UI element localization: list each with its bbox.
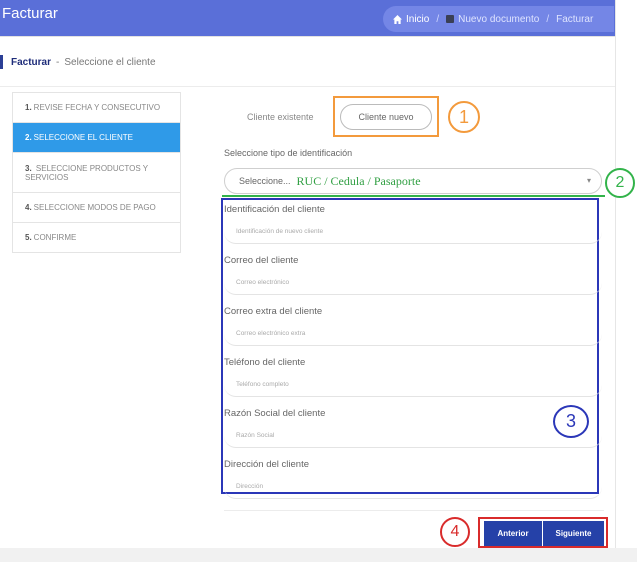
client-address-input[interactable]: Dirección xyxy=(224,475,602,499)
id-type-hint: RUC / Cedula / Pasaporte xyxy=(296,173,421,188)
step-label: SELECCIONE EL CLIENTE xyxy=(33,133,133,142)
step-number: 3. xyxy=(25,163,32,173)
breadcrumb-separator: / xyxy=(436,13,440,25)
existing-client-option[interactable]: Cliente existente xyxy=(247,112,314,122)
client-extra-email-label: Correo extra del cliente xyxy=(224,306,323,317)
step-label: SELECCIONE PRODUCTOS Y SERVICIOS xyxy=(25,163,148,182)
accent-bar xyxy=(0,55,3,69)
page-title: Facturar xyxy=(2,5,58,22)
step-number: 1. xyxy=(25,103,32,112)
client-id-label: Identificación del cliente xyxy=(224,204,325,215)
step-number: 2. xyxy=(25,133,32,142)
step-select-payment[interactable]: 4. SELECCIONE MODOS DE PAGO xyxy=(13,193,180,223)
step-select-products[interactable]: 3. SELECCIONE PRODUCTOS Y SERVICIOS xyxy=(13,153,180,193)
step-confirm[interactable]: 5. CONFIRME xyxy=(13,223,180,253)
step-number: 5. xyxy=(25,233,32,242)
breadcrumb-new-document[interactable]: Nuevo documento xyxy=(458,14,539,25)
client-email-label: Correo del cliente xyxy=(224,255,299,266)
footer-bar xyxy=(0,548,637,562)
client-email-input[interactable]: Correo electrónico xyxy=(224,271,602,295)
subheader-section: Facturar xyxy=(11,56,52,68)
step-number: 4. xyxy=(25,203,32,212)
id-type-select[interactable]: Seleccione... RUC / Cedula / Pasaporte ▾ xyxy=(224,168,602,194)
top-header: Facturar Inicio / Nuevo documento / Fact… xyxy=(0,0,615,36)
chevron-down-icon: ▾ xyxy=(586,176,591,185)
annotation-marker-2: 2 xyxy=(605,168,635,198)
annotation-marker-1: 1 xyxy=(448,101,480,133)
annotation-marker-4: 4 xyxy=(440,517,470,547)
next-button[interactable]: Siguiente xyxy=(543,521,604,546)
client-business-name-input[interactable]: Razón Social xyxy=(224,424,602,448)
wizard-steps: 1. REVISE FECHA Y CONSECUTIVO 2. SELECCI… xyxy=(12,92,181,253)
annotation-underline-2 xyxy=(222,195,605,197)
client-business-name-label: Razón Social del cliente xyxy=(224,408,326,419)
id-type-placeholder: Seleccione... xyxy=(239,176,291,186)
breadcrumb: Inicio / Nuevo documento / Facturar xyxy=(383,6,614,32)
breadcrumb-home[interactable]: Inicio xyxy=(406,14,429,25)
form-divider xyxy=(224,510,604,511)
step-label: REVISE FECHA Y CONSECUTIVO xyxy=(33,103,161,112)
step-review-date[interactable]: 1. REVISE FECHA Y CONSECUTIVO xyxy=(13,93,180,123)
right-divider xyxy=(615,0,616,562)
previous-button[interactable]: Anterior xyxy=(484,521,542,546)
client-phone-label: Teléfono del cliente xyxy=(224,357,306,368)
new-client-button[interactable]: Cliente nuevo xyxy=(340,104,432,130)
client-extra-email-input[interactable]: Correo electrónico extra xyxy=(224,322,602,346)
client-phone-input[interactable]: Teléfono completo xyxy=(224,373,602,397)
subheader-dash: - xyxy=(56,56,60,68)
subheader-divider xyxy=(0,86,615,87)
client-id-input[interactable]: Identificación de nuevo cliente xyxy=(224,220,602,244)
breadcrumb-current: Facturar xyxy=(556,13,594,25)
section-subheader: Facturar - Seleccione el cliente xyxy=(0,52,156,72)
document-icon xyxy=(446,15,455,23)
breadcrumb-separator: / xyxy=(546,13,550,25)
annotation-marker-3: 3 xyxy=(553,405,589,438)
id-type-label: Seleccione tipo de identificación xyxy=(224,148,353,158)
step-select-client[interactable]: 2. SELECCIONE EL CLIENTE xyxy=(13,123,180,153)
header-divider xyxy=(0,36,615,37)
client-address-label: Dirección del cliente xyxy=(224,459,310,470)
step-label: SELECCIONE MODOS DE PAGO xyxy=(33,203,156,212)
home-icon xyxy=(393,14,402,24)
subheader-text: Seleccione el cliente xyxy=(64,56,156,68)
step-label: CONFIRME xyxy=(33,233,77,242)
